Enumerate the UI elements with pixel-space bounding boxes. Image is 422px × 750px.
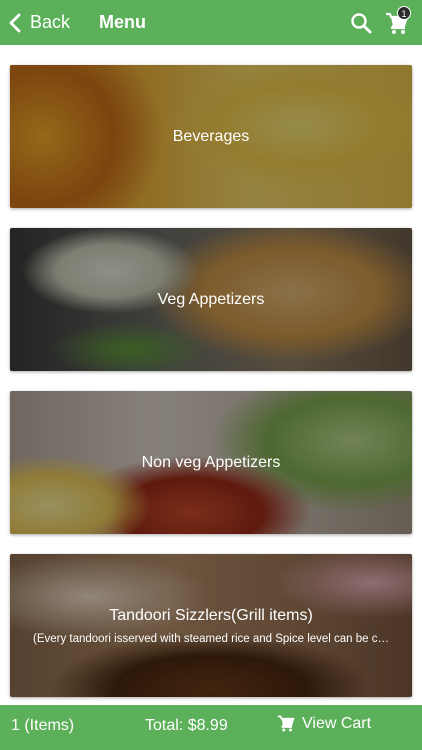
category-name: Beverages [172,127,250,145]
search-icon[interactable] [350,12,372,34]
category-name: Non veg Appetizers [141,453,281,471]
cart-summary-bar: 1 (Items) Total: $8.99 View Cart [0,705,422,750]
view-cart-label: View Cart [302,715,372,732]
category-name: Tandoori Sizzlers(Grill items) [109,606,313,624]
category-card-non-veg-appetizers[interactable]: Non veg Appetizers [10,391,412,534]
category-card-beverages[interactable]: Beverages [10,65,412,208]
category-list: Beverages Veg Appetizers Non veg Appetiz… [0,45,422,705]
back-button[interactable]: Back [8,12,70,33]
category-card-veg-appetizers[interactable]: Veg Appetizers [10,228,412,371]
app-header: Back Menu 1 [0,0,422,45]
cart-count-badge: 1 [397,6,411,20]
back-label: Back [30,12,71,32]
category-name: Veg Appetizers [157,290,265,308]
chevron-left-icon [9,13,21,32]
category-card-tandoori-sizzlers[interactable]: Tandoori Sizzlers(Grill items) (Every ta… [10,554,412,697]
cart-item-count: 1 (Items) [11,717,75,734]
category-description: (Every tandoori isserved with steamed ri… [32,632,390,645]
page-title: Menu [99,12,147,32]
cart-icon [277,715,295,732]
view-cart-button[interactable]: View Cart [277,715,371,733]
cart-total: Total: $8.99 [145,717,228,734]
